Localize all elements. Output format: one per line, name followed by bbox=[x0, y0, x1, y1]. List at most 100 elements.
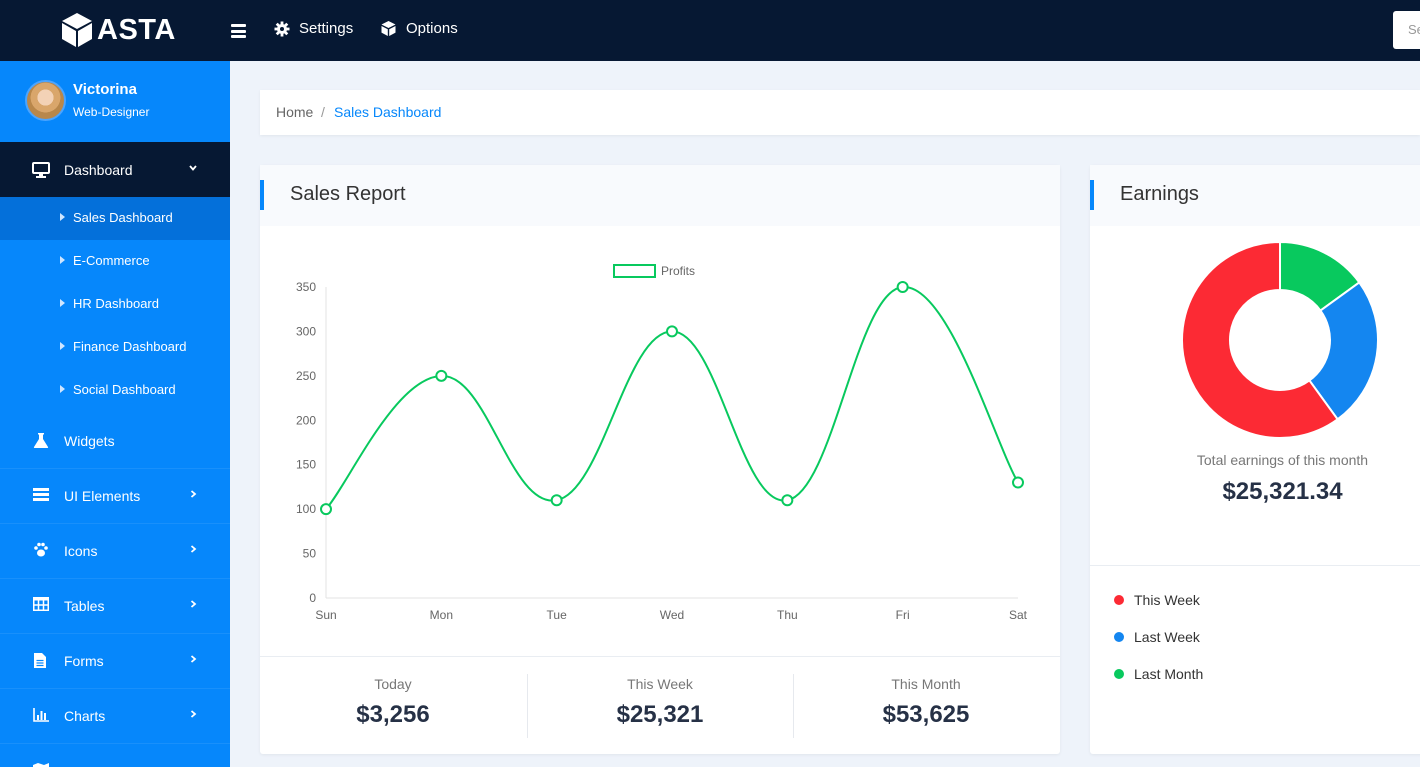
user-profile[interactable]: Victorina Web-Designer bbox=[0, 61, 230, 142]
sidebar-item-ui-elements[interactable]: UI Elements bbox=[0, 468, 230, 523]
stat-value: $53,625 bbox=[882, 701, 970, 728]
stat-label: Today bbox=[374, 676, 412, 692]
x-tick-label: Sat bbox=[1009, 608, 1028, 622]
legend-swatch bbox=[613, 264, 656, 278]
sidebar-item-widgets[interactable]: Widgets bbox=[0, 413, 230, 468]
sidebar-item-icons[interactable]: Icons bbox=[0, 523, 230, 578]
map-icon bbox=[33, 763, 49, 767]
legend-this-week: This Week bbox=[1114, 592, 1200, 608]
sidebar-item-hr-dashboard[interactable]: HR Dashboard bbox=[0, 283, 230, 326]
earnings-title: Earnings bbox=[1120, 183, 1199, 205]
chevron-right-icon bbox=[190, 545, 197, 553]
data-point[interactable] bbox=[1012, 476, 1024, 489]
menu-toggle-icon[interactable] bbox=[231, 24, 246, 38]
y-tick-label: 150 bbox=[296, 458, 316, 472]
stat-value: $3,256 bbox=[356, 701, 430, 728]
data-point[interactable] bbox=[666, 325, 678, 338]
stat-this-month: This Month $53,625 bbox=[793, 657, 1059, 755]
sidebar-item-tables[interactable]: Tables bbox=[0, 578, 230, 633]
y-tick-label: 0 bbox=[309, 591, 316, 605]
sidebar-item-label: Forms bbox=[64, 653, 104, 669]
earnings-card: Earnings Total earnings of this month $2… bbox=[1090, 165, 1420, 754]
sidebar-item-label: Icons bbox=[64, 543, 98, 559]
chevron-right-icon bbox=[190, 655, 197, 663]
box-icon bbox=[381, 21, 396, 36]
caret-right-icon bbox=[60, 342, 65, 350]
data-point[interactable] bbox=[781, 494, 794, 507]
profits-series-line bbox=[325, 285, 1019, 510]
data-point[interactable] bbox=[320, 503, 332, 516]
earnings-donut-chart bbox=[1181, 240, 1379, 439]
chevron-right-icon bbox=[190, 600, 197, 608]
data-point[interactable] bbox=[435, 369, 448, 382]
x-tick-label: Mon bbox=[430, 608, 453, 622]
earnings-total: $25,321.34 bbox=[1222, 478, 1343, 505]
dashboard-submenu: Sales Dashboard E-Commerce HR Dashboard … bbox=[0, 197, 230, 412]
profile-role: Web-Designer bbox=[73, 105, 150, 119]
sidebar-item-dashboard[interactable]: Dashboard bbox=[0, 142, 230, 197]
chevron-right-icon bbox=[190, 490, 197, 498]
x-tick-label: Wed bbox=[660, 608, 684, 622]
earnings-caption: Total earnings of this month bbox=[1196, 452, 1369, 468]
sidebar-item-finance-dashboard[interactable]: Finance Dashboard bbox=[0, 326, 230, 369]
header-accent-bar bbox=[1090, 180, 1094, 210]
options-menu[interactable]: Options bbox=[380, 20, 458, 37]
breadcrumb-home-link[interactable]: Home bbox=[276, 104, 313, 120]
sidebar-item-e-commerce[interactable]: E-Commerce bbox=[0, 240, 230, 283]
sidebar-item-label: Widgets bbox=[64, 433, 115, 449]
avatar[interactable] bbox=[25, 80, 66, 121]
sidebar-item-partial[interactable] bbox=[0, 743, 230, 767]
legend-label: This Week bbox=[1134, 592, 1200, 608]
sidebar: Victorina Web-Designer Dashboard Sales D… bbox=[0, 61, 230, 767]
caret-right-icon bbox=[60, 385, 65, 393]
submenu-label: Sales Dashboard bbox=[73, 210, 173, 225]
submenu-label: Social Dashboard bbox=[73, 382, 176, 397]
y-tick-label: 100 bbox=[296, 502, 316, 516]
x-tick-label: Sun bbox=[315, 608, 336, 622]
brand-logo[interactable]: ASTA bbox=[60, 12, 176, 48]
y-tick-label: 200 bbox=[296, 413, 316, 427]
search-input[interactable]: Se bbox=[1393, 11, 1420, 49]
sidebar-item-social-dashboard[interactable]: Social Dashboard bbox=[0, 369, 230, 412]
table-icon bbox=[33, 597, 49, 611]
brand-name: ASTA bbox=[97, 13, 176, 46]
submenu-label: HR Dashboard bbox=[73, 296, 159, 311]
legend-last-month: Last Month bbox=[1114, 666, 1203, 682]
options-label: Options bbox=[406, 20, 458, 37]
card-header: Sales Report bbox=[260, 165, 1060, 226]
y-tick-label: 50 bbox=[303, 547, 317, 561]
y-tick-label: 300 bbox=[296, 324, 316, 338]
sidebar-item-charts[interactable]: Charts bbox=[0, 688, 230, 743]
cube-logo-icon bbox=[62, 13, 92, 47]
data-point[interactable] bbox=[550, 494, 563, 507]
legend-last-week: Last Week bbox=[1114, 629, 1200, 645]
sidebar-item-sales-dashboard[interactable]: Sales Dashboard bbox=[0, 197, 230, 240]
chevron-down-icon bbox=[189, 165, 197, 171]
breadcrumb-separator: / bbox=[321, 104, 325, 120]
x-tick-label: Tue bbox=[547, 608, 568, 622]
submenu-label: E-Commerce bbox=[73, 253, 150, 268]
sidebar-item-forms[interactable]: Forms bbox=[0, 633, 230, 688]
data-point[interactable] bbox=[896, 281, 909, 293]
top-navbar: ASTA Settings Options Se bbox=[0, 0, 1420, 61]
monitor-icon bbox=[32, 162, 50, 178]
paw-icon bbox=[34, 542, 48, 557]
sidebar-item-label: UI Elements bbox=[64, 488, 141, 504]
breadcrumb: Home / Sales Dashboard bbox=[260, 90, 1420, 135]
legend-label: Last Week bbox=[1134, 629, 1200, 645]
breadcrumb-current: Sales Dashboard bbox=[334, 104, 442, 120]
y-tick-label: 250 bbox=[296, 369, 316, 383]
stat-today: Today $3,256 bbox=[260, 657, 526, 755]
settings-label: Settings bbox=[299, 20, 354, 37]
x-tick-label: Thu bbox=[777, 608, 798, 622]
legend-dot bbox=[1114, 669, 1124, 679]
sales-stats-row: Today $3,256 This Week $25,321 This Mont… bbox=[260, 656, 1060, 754]
bar-chart-icon bbox=[33, 708, 49, 722]
legend-dot bbox=[1114, 595, 1124, 605]
settings-menu[interactable]: Settings bbox=[274, 20, 353, 37]
caret-right-icon bbox=[60, 299, 65, 307]
sales-report-card: Sales Report 0 50 100 150 200 250 300 350 Sun Mon… bbox=[260, 165, 1060, 754]
divider bbox=[1090, 565, 1420, 566]
legend-label[interactable]: Profits bbox=[661, 264, 695, 278]
stat-this-week: This Week $25,321 bbox=[527, 657, 793, 755]
